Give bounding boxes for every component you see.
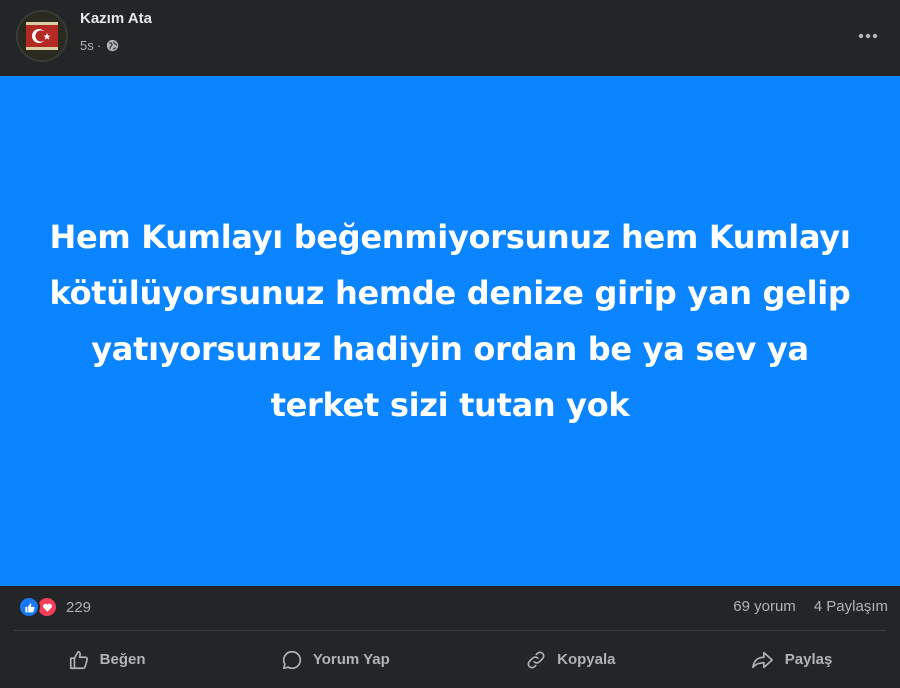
share-count[interactable]: 4 Paylaşım: [814, 598, 888, 615]
comment-count[interactable]: 69 yorum: [733, 598, 796, 615]
post-content: Hem Kumlayı beğenmiyorsunuz hem Kumlayı …: [0, 76, 900, 586]
like-button[interactable]: Beğen: [44, 641, 170, 679]
like-label: Beğen: [99, 651, 146, 668]
share-button[interactable]: Paylaş: [727, 641, 857, 679]
thumbs-up-icon: [69, 650, 88, 669]
share-label: Paylaş: [784, 651, 833, 668]
engagement-counts: 69 yorum 4 Paylaşım: [733, 598, 888, 615]
link-icon: [527, 651, 545, 668]
reactions-summary[interactable]: 229: [18, 596, 91, 618]
copy-button[interactable]: Kopyala: [501, 641, 639, 679]
post-text: Hem Kumlayı beğenmiyorsunuz hem Kumlayı …: [49, 218, 851, 424]
comment-label: Yorum Yap: [312, 651, 390, 668]
turkish-flag-icon: [18, 12, 66, 60]
avatar[interactable]: [16, 10, 68, 62]
meta-separator: ·: [96, 38, 102, 53]
post-time[interactable]: 5s: [80, 38, 94, 53]
more-options-button[interactable]: [850, 18, 886, 54]
post-meta: 5s ·: [80, 38, 119, 53]
author-name[interactable]: Kazım Ata: [80, 10, 152, 27]
copy-label: Kopyala: [557, 651, 616, 668]
globe-icon: [106, 39, 119, 52]
comment-icon: [282, 650, 301, 669]
share-icon: [751, 651, 773, 668]
post-card: Kazım Ata 5s · Hem Kumlayı beğenmiyorsun…: [0, 0, 900, 688]
reaction-count: 229: [66, 598, 92, 616]
comment-button[interactable]: Yorum Yap: [257, 641, 414, 679]
post-header: Kazım Ata 5s ·: [0, 0, 900, 76]
like-icon: [18, 596, 40, 618]
more-dots-icon: [858, 33, 878, 39]
action-bar: Beğen Yorum Yap Kopyala Paylaş: [0, 631, 900, 688]
post-stats: 229 69 yorum 4 Paylaşım: [0, 586, 900, 630]
